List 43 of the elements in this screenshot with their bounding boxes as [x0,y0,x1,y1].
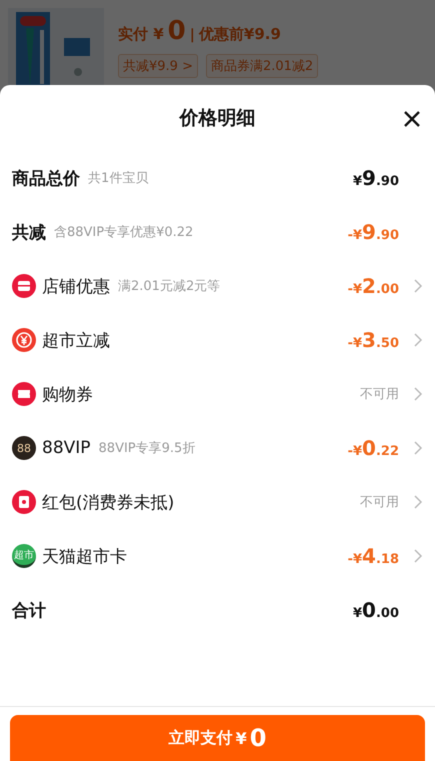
row-note: 88VIP专享9.5折 [98,440,196,457]
row-label: 合计 [12,600,46,622]
amount-text: -¥2.00 [348,274,399,298]
discount-tag[interactable]: 商品券满2.01减2 [206,54,318,78]
discount-tag[interactable]: 共减¥9.9 > [118,54,198,78]
row-label: 超市立减 [42,330,110,352]
chevron-icon[interactable] [413,549,423,563]
amount-text: -¥4.18 [348,544,399,568]
row-label: 88VIP [42,438,91,458]
paid-label: 实付 ¥ [118,25,164,44]
close-icon[interactable] [403,110,421,128]
paid-amount: 0 [168,16,186,46]
amount-text: -¥0.22 [348,436,399,460]
ticket-icon [12,382,36,406]
amount-text: -¥9.90 [348,220,399,244]
chevron-icon[interactable] [413,495,423,509]
row-note: 满2.01元减2元等 [118,278,220,295]
amount-text: ¥0.00 [353,598,399,622]
original-price: 优惠前¥9.9 [198,25,281,44]
row-label: 购物券 [42,384,93,406]
separator: | [190,27,195,43]
row-note: 含88VIP专享优惠¥0.22 [54,224,194,241]
status-text: 不可用 [360,386,399,403]
row-label: 店铺优惠 [42,276,110,298]
row-label: 天猫超市卡 [42,546,127,568]
vip-badge-icon: 88 [12,436,36,460]
row-label: 商品总价 [12,168,80,190]
row-label: 红包(消费券未抵) [42,492,174,514]
pay-button[interactable]: 立即支付 ¥0 [10,715,425,761]
shop-icon [12,274,36,298]
yen-coin-icon [12,328,36,352]
row-note: 共1件宝贝 [88,170,148,187]
chevron-icon[interactable] [413,279,423,293]
envelope-icon [12,490,36,514]
status-text: 不可用 [360,494,399,511]
row-label: 共减 [12,222,46,244]
amount-text: ¥9.90 [353,166,399,190]
sheet-title: 价格明细 [180,106,256,131]
chevron-icon[interactable] [413,333,423,347]
chevron-icon[interactable] [413,441,423,455]
market-badge-icon: 超市 [12,544,36,568]
amount-text: -¥3.50 [348,328,399,352]
chevron-icon[interactable] [413,387,423,401]
